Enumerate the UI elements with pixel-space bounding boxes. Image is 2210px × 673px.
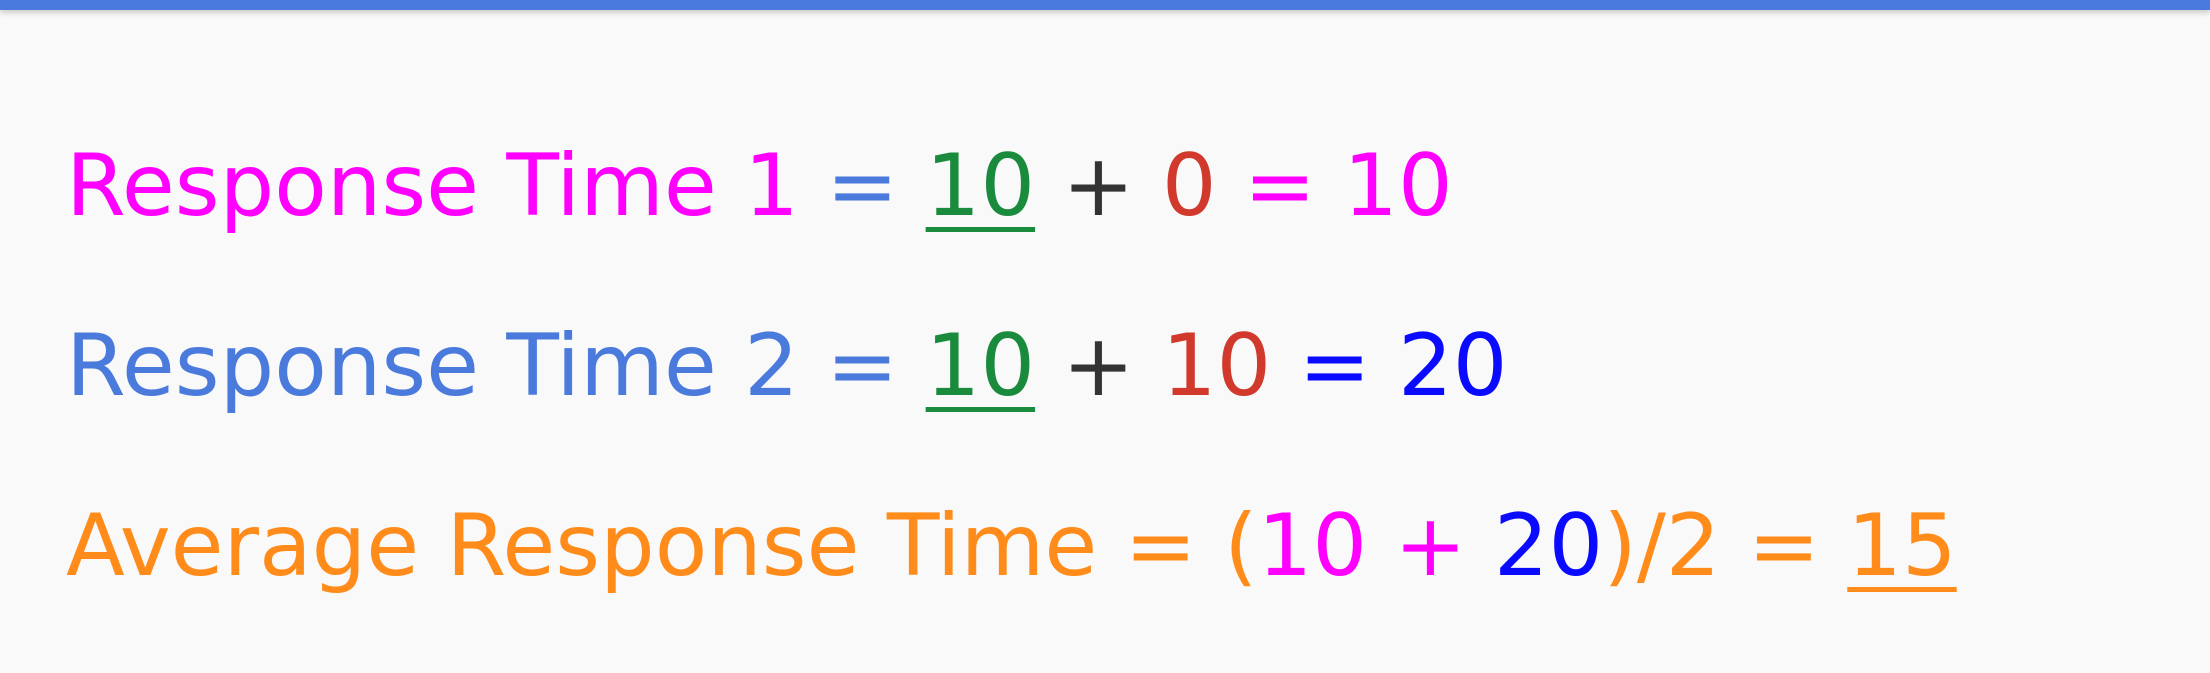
equals-sign: = xyxy=(1124,496,1197,596)
equals-sign: = xyxy=(1243,136,1316,236)
average-term-b: 20 xyxy=(1493,496,1604,596)
equals-sign: = xyxy=(1298,316,1371,416)
equals-sign: = xyxy=(826,316,899,416)
close-paren-divide: )/2 xyxy=(1603,496,1721,596)
plus-sign: + xyxy=(1062,316,1135,416)
average-response-time-label: Average Response Time xyxy=(66,496,1098,596)
equations-panel: Response Time 1 = 10 + 0 = 10 Response T… xyxy=(66,96,2166,636)
response-time-2-term-b: 10 xyxy=(1161,316,1272,416)
equals-sign: = xyxy=(826,136,899,236)
response-time-2-term-a: 10 xyxy=(925,316,1036,416)
response-time-1-term-a: 10 xyxy=(925,136,1036,236)
equals-sign: = xyxy=(1747,496,1820,596)
open-paren: ( xyxy=(1224,496,1258,596)
response-time-2-result: 20 xyxy=(1398,316,1508,416)
average-response-time-line: Average Response Time = (10 + 20)/2 = 15 xyxy=(66,456,2166,636)
response-time-2-line: Response Time 2 = 10 + 10 = 20 xyxy=(66,276,2166,456)
average-response-time-result: 15 xyxy=(1847,496,1957,596)
plus-sign: + xyxy=(1062,136,1135,236)
response-time-1-label: Response Time 1 xyxy=(66,136,799,236)
response-time-1-result: 10 xyxy=(1343,136,1453,236)
average-term-a: 10 xyxy=(1257,496,1368,596)
response-time-1-line: Response Time 1 = 10 + 0 = 10 xyxy=(66,96,2166,276)
response-time-2-label: Response Time 2 xyxy=(66,316,799,416)
top-bar xyxy=(0,0,2210,10)
plus-sign: + xyxy=(1394,496,1467,596)
response-time-1-term-b: 0 xyxy=(1161,136,1217,236)
